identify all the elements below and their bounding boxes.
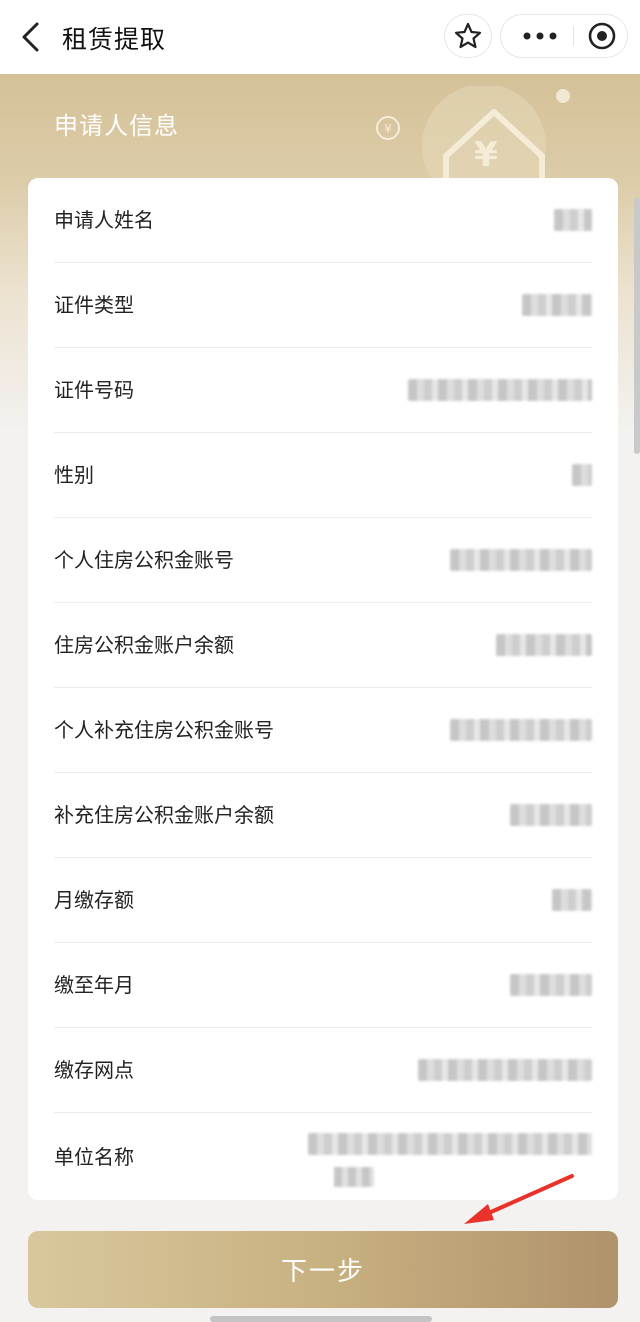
- info-row-fund-account: 个人住房公积金账号 ████████████: [54, 518, 592, 603]
- field-label: 个人补充住房公积金账号: [54, 718, 274, 742]
- info-row-id-number: 证件号码 ██████████████████: [54, 348, 592, 433]
- field-value-blurred: ██████████████████: [408, 379, 592, 401]
- mini-program-capsule: [500, 14, 628, 58]
- field-value-blurred: ██████: [510, 974, 592, 996]
- info-row-applicant-name: 申请人姓名 ██: [54, 178, 592, 263]
- svg-text:¥: ¥: [474, 135, 498, 175]
- back-button[interactable]: [16, 18, 48, 56]
- field-value-blurred: █: [572, 464, 592, 486]
- home-indicator: [210, 1316, 432, 1322]
- info-row-monthly-deposit: 月缴存额 ███: [54, 858, 592, 943]
- field-value-blurred-line2: [334, 1167, 374, 1187]
- favorite-button[interactable]: [444, 14, 492, 58]
- next-step-button[interactable]: 下一步: [28, 1231, 618, 1308]
- chevron-left-icon: [22, 22, 39, 52]
- field-label: 缴存网点: [54, 1058, 134, 1082]
- star-icon: [454, 22, 482, 49]
- field-value-blurred: ██████: [510, 804, 592, 826]
- more-dots-icon: [523, 32, 557, 40]
- svg-text:¥: ¥: [384, 122, 392, 136]
- info-row-gender: 性别 █: [54, 433, 592, 518]
- scrollbar[interactable]: [634, 198, 640, 454]
- page-title: 租赁提取: [62, 25, 167, 54]
- info-row-supplementary-balance: 补充住房公积金账户余额 ██████: [54, 773, 592, 858]
- field-value-blurred: ████████████: [450, 719, 592, 741]
- target-circle-icon: [588, 22, 616, 50]
- field-label: 补充住房公积金账户余额: [54, 803, 274, 827]
- field-value-blurred: ██████████████████: [308, 1133, 592, 1155]
- close-mini-program-button[interactable]: [581, 15, 623, 57]
- field-value-blurred: ████: [522, 294, 592, 316]
- info-row-id-type: 证件类型 ████: [54, 263, 592, 348]
- field-label: 性别: [54, 463, 94, 487]
- field-label: 月缴存额: [54, 888, 134, 912]
- field-value-blurred: ████████: [496, 634, 592, 656]
- info-row-deposit-branch: 缴存网点 ████████████████: [54, 1028, 592, 1113]
- more-button[interactable]: [517, 15, 563, 57]
- field-label: 证件类型: [54, 293, 134, 317]
- field-label: 单位名称: [54, 1145, 134, 1169]
- field-value-blurred: ████████████████: [418, 1059, 592, 1081]
- field-label: 个人住房公积金账号: [54, 548, 234, 572]
- field-label: 缴至年月: [54, 973, 134, 997]
- info-row-fund-balance: 住房公积金账户余额 ████████: [54, 603, 592, 688]
- field-label: 证件号码: [54, 378, 134, 402]
- info-row-supplementary-account: 个人补充住房公积金账号 ████████████: [54, 688, 592, 773]
- section-title: 申请人信息: [54, 112, 179, 140]
- field-value-blurred: ████████████: [450, 549, 592, 571]
- capsule-divider: [573, 26, 574, 46]
- navigation-bar: 租赁提取: [0, 0, 640, 74]
- field-value-blurred: ██: [554, 209, 592, 231]
- info-row-paid-until: 缴至年月 ██████: [54, 943, 592, 1028]
- annotation-arrow-icon: [464, 1174, 574, 1224]
- field-value-blurred: ███: [552, 889, 592, 911]
- field-label: 申请人姓名: [54, 208, 154, 232]
- field-label: 住房公积金账户余额: [54, 633, 234, 657]
- applicant-info-card: 申请人姓名 ██ 证件类型 ████ 证件号码 ████████████████…: [28, 178, 618, 1200]
